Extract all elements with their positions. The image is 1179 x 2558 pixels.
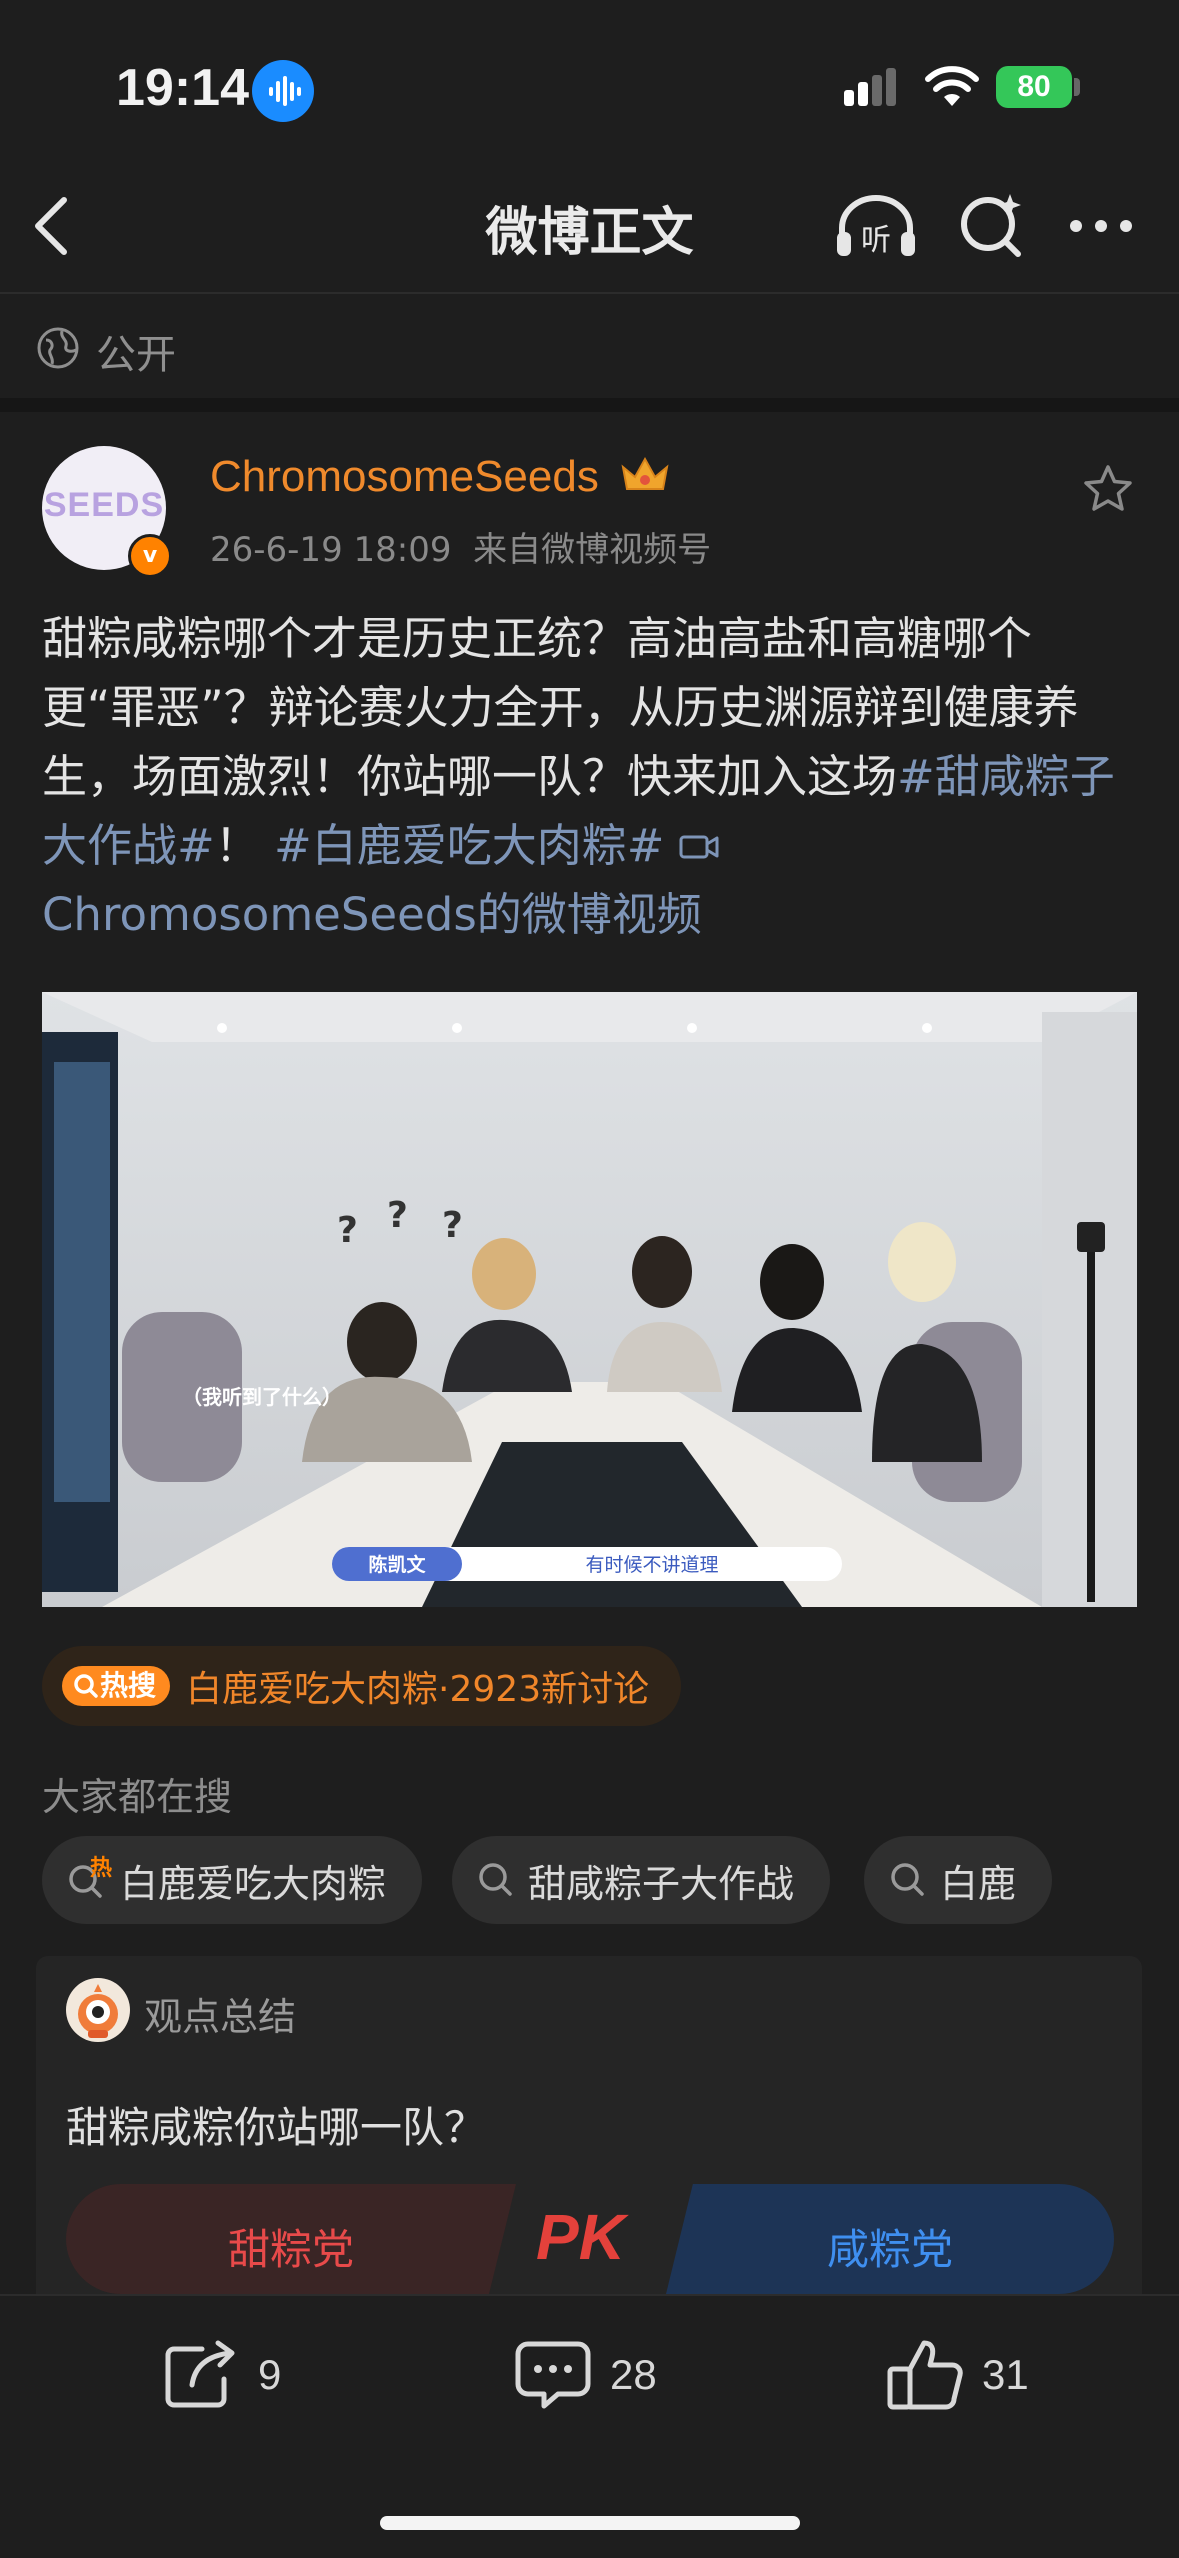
listen-button[interactable]: 听	[834, 194, 918, 262]
svg-text:?: ?	[337, 1210, 358, 1251]
verified-badge: v	[128, 534, 172, 578]
author-name[interactable]: ChromosomeSeeds	[210, 452, 671, 502]
crown-icon	[621, 456, 669, 490]
share-icon	[165, 2340, 235, 2408]
search-chip[interactable]: 白鹿	[864, 1836, 1053, 1924]
video-caption-name: 陈凯文	[368, 1553, 426, 1576]
hot-mark: 热	[90, 1856, 113, 1881]
status-time: 19:14	[116, 59, 249, 117]
favorite-star-icon[interactable]	[1082, 464, 1134, 518]
summary-question: 甜粽咸粽你站哪一队？	[66, 2103, 487, 2152]
hashtag-link[interactable]: #白鹿爱吃大肉粽#	[274, 819, 664, 872]
search-chip[interactable]: 热 白鹿爱吃大肉粽	[42, 1836, 423, 1924]
comment-button[interactable]: 28	[514, 2330, 657, 2420]
video-camera-icon	[679, 835, 719, 859]
voice-recording-icon	[252, 60, 314, 122]
like-button[interactable]: 31	[886, 2330, 1029, 2420]
search-icon	[891, 1863, 924, 1896]
search-chip-label: 白鹿爱吃大肉粽	[120, 1861, 387, 1906]
hot-search-badge-text: 热搜	[100, 1669, 157, 1702]
post-meta: 26-6-19 18:09 来自微博视频号	[210, 522, 711, 571]
comment-icon	[515, 2341, 591, 2409]
video-frame-scene: ? ? ? （我听到了什么） 陈凯文 有时候不讲道理	[42, 992, 1137, 1607]
search-icon[interactable]	[956, 190, 1026, 264]
avatar-logo-text: SEEDS	[43, 486, 165, 524]
svg-text:?: ?	[387, 1195, 408, 1236]
salty-team-label: 咸粽党	[826, 2225, 953, 2274]
others-searching-label: 大家都在搜	[42, 1775, 233, 1819]
pk-label: PK	[536, 2200, 625, 2274]
battery-level: 80	[996, 66, 1072, 108]
home-indicator[interactable]	[380, 2516, 800, 2530]
svg-text:听: 听	[861, 223, 891, 258]
globe-icon	[36, 326, 80, 374]
hot-search-pill[interactable]: 热搜 白鹿爱吃大肉粽 ·2923新讨论	[42, 1646, 682, 1726]
video-link-text: ChromosomeSeeds的微博视频	[42, 888, 702, 941]
post-body: 甜粽咸粽哪个才是历史正统？高油高盐和高糖哪个更“罪恶”？辩论赛火力全开，从历史渊…	[42, 604, 1142, 949]
video-bubble-text: （我听到了什么）	[182, 1385, 342, 1409]
video-caption-text: 有时候不讲道理	[585, 1554, 718, 1576]
search-chip-label: 甜咸粽子大作战	[528, 1861, 795, 1906]
thumbs-up-icon	[887, 2340, 963, 2410]
visibility-label: 公开	[96, 332, 176, 378]
search-chip-label: 白鹿	[940, 1861, 1017, 1906]
hot-search-count: ·2923新讨论	[438, 1669, 650, 1710]
summary-title: 观点总结	[144, 1995, 297, 2039]
nav-divider	[0, 292, 1179, 294]
more-options-icon[interactable]	[1068, 218, 1134, 238]
robot-avatar-icon	[66, 1978, 130, 2042]
share-count: 9	[258, 2351, 282, 2398]
post-source: 来自微博视频号	[473, 530, 712, 570]
share-button[interactable]: 9	[162, 2330, 281, 2420]
search-chip[interactable]: 甜咸粽子大作战	[452, 1836, 831, 1924]
wifi-icon	[924, 64, 980, 112]
like-count: 31	[982, 2351, 1029, 2398]
svg-text:?: ?	[442, 1205, 463, 1246]
author-name-text: ChromosomeSeeds	[210, 452, 599, 501]
search-icon	[479, 1863, 512, 1896]
section-separator	[0, 398, 1179, 412]
battery-tip	[1074, 78, 1080, 96]
hot-search-topic: 白鹿爱吃大肉粽	[186, 1669, 439, 1710]
cellular-signal-icon	[842, 68, 900, 112]
comment-count: 28	[610, 2351, 657, 2398]
hot-search-badge: 热搜	[62, 1666, 171, 1706]
hot-search-icon: 热	[66, 1856, 114, 1900]
video-player[interactable]: ? ? ? （我听到了什么） 陈凯文 有时候不讲道理	[42, 992, 1137, 1607]
sweet-team-label: 甜粽党	[227, 2225, 354, 2274]
post-text-part2: ！	[214, 819, 260, 872]
pk-text: PK	[536, 2201, 625, 2273]
search-icon	[74, 1674, 98, 1698]
post-timestamp: 26-6-19 18:09	[210, 530, 452, 570]
